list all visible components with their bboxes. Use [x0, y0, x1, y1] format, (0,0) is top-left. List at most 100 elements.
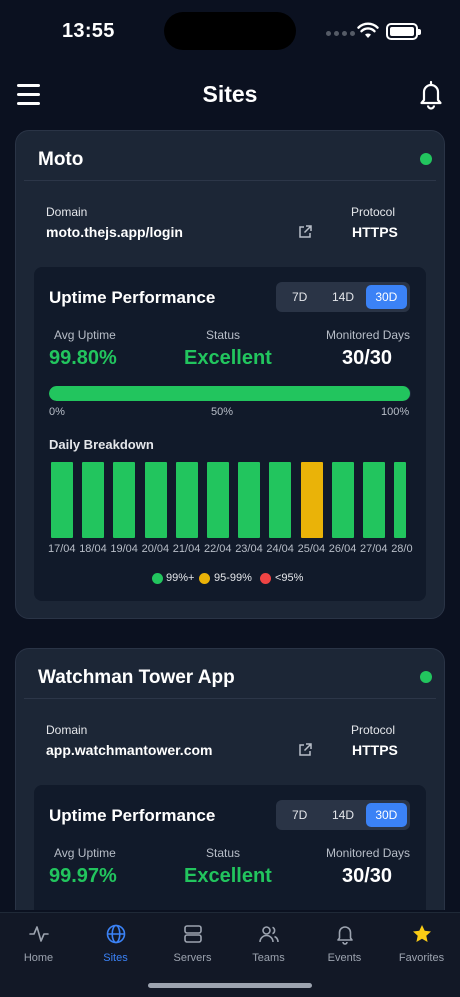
- range-toggle: 7D 14D 30D: [276, 282, 410, 312]
- activity-icon: [28, 926, 49, 942]
- daily-bar-25-04[interactable]: [300, 462, 323, 538]
- uptime-progress-bar: [49, 386, 411, 401]
- status-label: Status: [206, 846, 241, 860]
- dynamic-island: [164, 12, 296, 50]
- online-status-dot: [420, 671, 432, 683]
- tab-servers[interactable]: Servers: [154, 913, 231, 975]
- status-value: Excellent: [184, 347, 272, 369]
- status-bar: 13:55: [0, 0, 460, 62]
- tab-label: Events: [327, 952, 362, 964]
- daily-date-label: 26/04: [328, 543, 357, 555]
- range-14d-button[interactable]: 14D: [322, 803, 363, 827]
- daily-bar-17-04[interactable]: [51, 462, 73, 538]
- battery-icon: [386, 23, 421, 40]
- tab-label: Teams: [252, 952, 285, 964]
- daily-date-label: 17/04: [48, 543, 76, 555]
- legend-dot-red: [260, 573, 271, 584]
- bell-icon: [336, 926, 353, 945]
- protocol-label: Protocol: [351, 205, 396, 219]
- protocol-value: HTTPS: [352, 224, 398, 240]
- legend-dot-green: [152, 573, 163, 584]
- breakdown-legend: 99%+ 95-99% <95%: [34, 571, 426, 587]
- daily-bar-23-04[interactable]: [238, 462, 261, 538]
- daily-date-label: 19/04: [110, 543, 138, 555]
- domain-label: Domain: [46, 723, 88, 737]
- site-info-row: Domain app.watchmantower.com Protocol HT…: [16, 699, 444, 785]
- daily-bar-22-04[interactable]: [207, 462, 229, 538]
- range-30d-button[interactable]: 30D: [365, 285, 407, 309]
- daily-bar-19-04[interactable]: [113, 462, 136, 538]
- site-name: Watchman Tower App: [38, 667, 235, 688]
- daily-date-label: 24/04: [266, 543, 294, 555]
- legend-label-red: <95%: [275, 572, 304, 584]
- tab-label: Home: [23, 952, 54, 964]
- legend-dot-yellow: [199, 573, 210, 584]
- site-card-header: Moto: [24, 131, 436, 181]
- daily-bar-28-0[interactable]: [394, 462, 407, 538]
- daily-bar-27-04[interactable]: [363, 462, 385, 538]
- range-7d-button[interactable]: 7D: [279, 285, 320, 309]
- site-card-moto[interactable]: Moto Domain moto.thejs.app/login Protoco…: [15, 130, 445, 619]
- domain-value: moto.thejs.app/login: [46, 224, 183, 240]
- daily-date-label: 25/04: [297, 543, 326, 555]
- range-14d-button[interactable]: 14D: [322, 285, 363, 309]
- server-icon: [183, 925, 202, 943]
- domain-value: app.watchmantower.com: [46, 742, 213, 758]
- uptime-performance-panel: Uptime Performance 7D 14D 30D Avg Uptime…: [34, 267, 426, 601]
- domain-label: Domain: [46, 205, 88, 219]
- tab-favorites[interactable]: Favorites: [383, 913, 460, 975]
- daily-date-label: 18/04: [79, 543, 107, 555]
- external-link-icon[interactable]: [297, 742, 313, 758]
- status-value: Excellent: [184, 865, 272, 887]
- site-card-watchman-tower-app[interactable]: Watchman Tower App Domain app.watchmanto…: [15, 648, 445, 910]
- uptime-performance-title: Uptime Performance: [49, 288, 216, 307]
- tab-label: Favorites: [398, 952, 445, 964]
- notifications-bell-button[interactable]: [416, 78, 446, 110]
- external-link-icon[interactable]: [297, 224, 313, 240]
- daily-bar-20-04[interactable]: [144, 462, 167, 538]
- site-card-header: Watchman Tower App: [24, 649, 436, 699]
- monitored-days-label: Monitored Days: [326, 328, 411, 342]
- sites-list[interactable]: Moto Domain moto.thejs.app/login Protoco…: [0, 130, 460, 910]
- daily-date-label: 27/04: [360, 543, 388, 555]
- daily-breakdown-bars: [51, 460, 411, 538]
- tab-label: Sites: [103, 952, 128, 964]
- range-7d-button[interactable]: 7D: [279, 803, 320, 827]
- legend-label-green: 99%+: [166, 572, 195, 584]
- site-info-row: Domain moto.thejs.app/login Protocol HTT…: [16, 181, 444, 267]
- daily-date-label: 28/0: [391, 543, 413, 555]
- tab-label: Servers: [173, 952, 212, 964]
- status-time: 13:55: [62, 20, 115, 42]
- avg-uptime-value: 99.97%: [49, 865, 117, 887]
- tab-teams[interactable]: Teams: [230, 913, 307, 975]
- uptime-performance-panel: Uptime Performance 7D 14D 30D Avg Uptime…: [34, 785, 426, 910]
- monitored-days-value: 30/30: [342, 347, 393, 369]
- home-indicator: [148, 983, 312, 988]
- avg-uptime-label: Avg Uptime: [54, 846, 116, 860]
- daily-bar-24-04[interactable]: [269, 462, 292, 538]
- avg-uptime-label: Avg Uptime: [54, 328, 116, 342]
- uptime-performance-title: Uptime Performance: [49, 806, 216, 825]
- tab-events[interactable]: Events: [306, 913, 383, 975]
- wifi-icon: [357, 22, 379, 38]
- tab-home[interactable]: Home: [0, 913, 77, 975]
- daily-bar-26-04[interactable]: [331, 462, 354, 538]
- protocol-value: HTTPS: [352, 742, 398, 758]
- daily-bar-21-04[interactable]: [175, 462, 198, 538]
- scale-label-mid: 50%: [211, 406, 234, 418]
- daily-date-label: 21/04: [172, 543, 201, 555]
- cellular-signal-icon: [326, 31, 355, 36]
- avg-uptime-value: 99.80%: [49, 347, 117, 369]
- online-status-dot: [420, 153, 432, 165]
- monitored-days-value: 30/30: [342, 865, 393, 887]
- app-screen: 13:55 Sites Moto Domain moto.thejs.app/l…: [0, 0, 460, 997]
- protocol-label: Protocol: [351, 723, 396, 737]
- page-title: Sites: [202, 81, 258, 107]
- range-toggle: 7D 14D 30D: [276, 800, 410, 830]
- app-header: Sites: [0, 70, 460, 118]
- daily-bar-18-04[interactable]: [82, 462, 105, 538]
- tab-sites[interactable]: Sites: [77, 913, 154, 975]
- monitored-days-label: Monitored Days: [326, 846, 411, 860]
- range-30d-button[interactable]: 30D: [365, 803, 407, 827]
- uptime-progress-fill: [49, 386, 411, 401]
